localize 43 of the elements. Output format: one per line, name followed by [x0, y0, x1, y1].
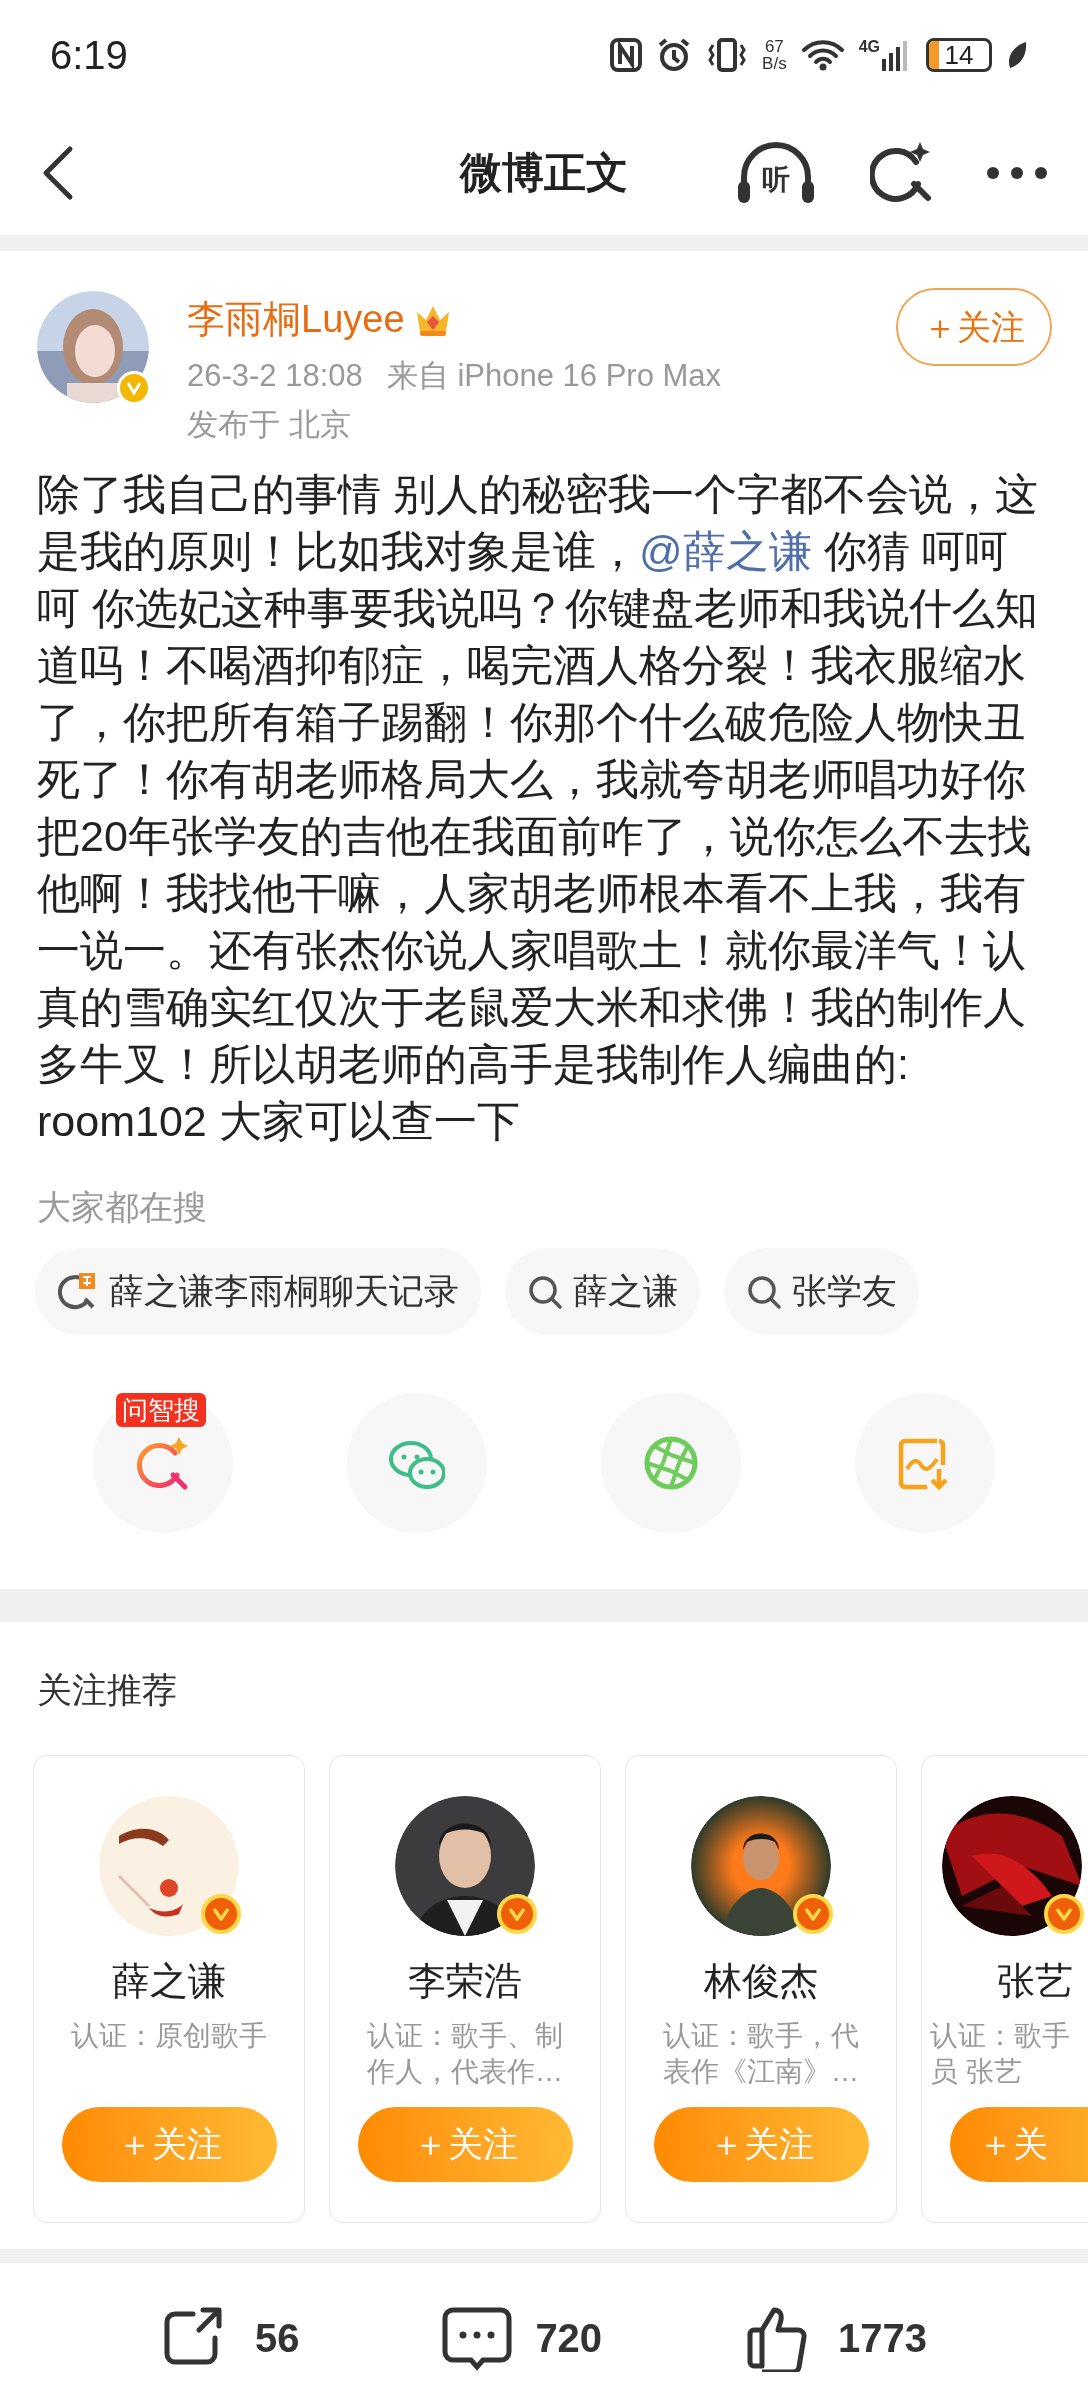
mention-link[interactable]: @薛之谦 [639, 527, 812, 575]
recommend-description: 认证：歌手、制 作人，代表作… [367, 2019, 563, 2089]
battery-fill [929, 41, 939, 69]
recommend-description: 认证：歌手 员 张艺 [930, 2019, 1070, 2089]
post-time: 26-3-2 18:08 [187, 357, 363, 395]
share-button[interactable]: 问智搜 [93, 1393, 233, 1533]
post-location: 发布于 北京 [187, 405, 352, 444]
network-speed: 67 [764, 38, 784, 55]
recommend-name[interactable]: 张艺 [942, 1956, 1073, 2006]
aperture-icon [643, 1435, 699, 1491]
hot-search-chip[interactable]: 薛之谦李雨桐聊天记录 [35, 1248, 481, 1335]
verified-icon [793, 1894, 833, 1934]
nfc-icon [610, 38, 643, 72]
recommend-name[interactable]: 薛之谦 [112, 1956, 226, 2006]
recommend-description: 认证：原创歌手 [71, 2019, 267, 2053]
verified-icon [201, 1894, 241, 1934]
verified-icon [1044, 1894, 1084, 1934]
action-button[interactable]: 56 [160, 2304, 300, 2372]
hot-search-chip[interactable]: 薛之谦 [505, 1248, 700, 1335]
action-button[interactable]: 720 [441, 2304, 603, 2372]
action-button[interactable]: 1773 [744, 2304, 928, 2372]
speed-unit: B/s [762, 55, 787, 72]
recommend-name[interactable]: 林俊杰 [704, 1956, 818, 2006]
recommend-description: 认证：歌手，代 表作《江南》… [663, 2019, 859, 2089]
search-icon [746, 1273, 782, 1310]
badge: 问智搜 [116, 1393, 206, 1427]
section-title: 关注推荐 [36, 1669, 178, 1711]
section-title: 大家都在搜 [36, 1187, 208, 1228]
clock-time: 6:19 [50, 32, 128, 79]
recommend-name[interactable]: 李荣浩 [408, 1956, 522, 2006]
post-text: 除了我自己的事情 别人的秘密我一个字都不会说，这是我的原则！比如我对象是谁，@薛之谦 你猜 呵呵呵 你选妃这种事要我说吗？你键盘老师和我说什么知道吗！不喝酒抑郁症，喝完酒人格分裂！我衣服缩水了，你把所有箱子踢翻！你那个什么破危险人物快丑死了！你有胡老师格局大么，我就夸胡老师唱功好你把20年张学友的吉他在我面前咋了，说你怎么不去找他啊！我找他干嘛，人家胡老师根本看不上我，我有一说一。还有张杰你说人家唱歌土！就你最洋气！认真的雪确实红仅次于老鼠爱大米和求佛！我的制作人多牛叉！所以胡老师的高手是我制作人编曲的: room102 大家可以查一下 [36, 469, 1039, 1147]
verified-icon [497, 1894, 537, 1934]
wifi-icon [800, 38, 845, 72]
hot-search-chip[interactable]: 张学友 [724, 1248, 919, 1335]
more-icon[interactable] [986, 165, 1048, 180]
leaf-icon [1006, 40, 1028, 70]
ai-search-icon[interactable] [870, 141, 932, 204]
post-source: 来自 iPhone 16 Pro Max [386, 357, 722, 395]
search-icon [527, 1273, 563, 1310]
battery-level: 14 [944, 42, 974, 68]
page-title: 微博正文 [460, 148, 628, 198]
network-type: 4G [858, 39, 880, 55]
listen-button[interactable]: 听 [736, 140, 816, 205]
